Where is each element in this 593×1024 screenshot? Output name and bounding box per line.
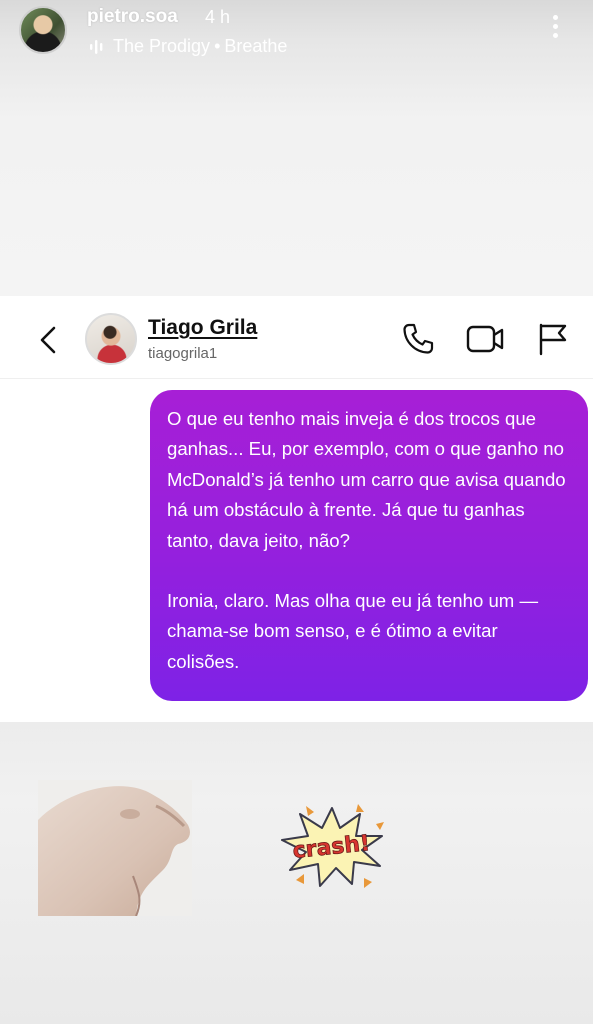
message-paragraph-2: Ironia, claro. Mas olha que eu já tenho … bbox=[167, 590, 539, 672]
crash-sticker[interactable]: crash! bbox=[276, 800, 388, 892]
dm-screenshot: Tiago Grila tiagogrila1 O que eu tenho m… bbox=[0, 296, 593, 722]
story-username[interactable]: pietro.soa bbox=[87, 6, 178, 28]
more-options-icon[interactable] bbox=[548, 15, 562, 45]
sent-message-bubble: O que eu tenho mais inveja é dos trocos … bbox=[150, 390, 588, 701]
message-paragraph-1: O que eu tenho mais inveja é dos trocos … bbox=[167, 408, 566, 551]
video-call-icon[interactable] bbox=[466, 324, 504, 354]
story-header: pietro.soa 4 h The Prodigy • Breathe bbox=[0, 0, 593, 70]
report-flag-icon[interactable] bbox=[537, 322, 569, 356]
contact-handle: tiagogrila1 bbox=[148, 345, 218, 362]
story-music-label[interactable]: The Prodigy • Breathe bbox=[113, 36, 287, 57]
story-timestamp: 4 h bbox=[205, 7, 231, 27]
music-separator: • bbox=[214, 36, 221, 56]
music-artist: The Prodigy bbox=[113, 36, 211, 56]
music-icon bbox=[90, 40, 103, 54]
dm-header: Tiago Grila tiagogrila1 bbox=[0, 296, 593, 379]
back-arrow-icon[interactable] bbox=[36, 324, 60, 356]
contact-name[interactable]: Tiago Grila bbox=[148, 316, 257, 340]
story-author-avatar[interactable] bbox=[19, 6, 67, 54]
contact-avatar[interactable] bbox=[85, 313, 137, 365]
music-track: Breathe bbox=[224, 36, 288, 56]
cat-sticker[interactable] bbox=[38, 780, 192, 916]
phone-call-icon[interactable] bbox=[401, 322, 435, 356]
